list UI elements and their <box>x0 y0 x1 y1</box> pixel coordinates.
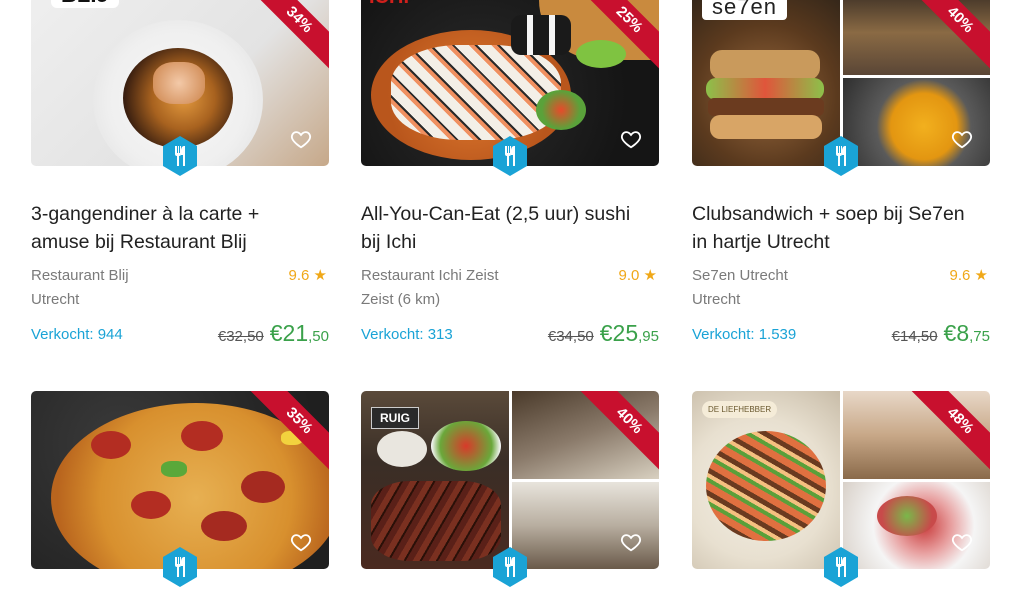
deal-card[interactable]: RUIG 40% <box>361 391 659 587</box>
fork-knife-icon <box>823 136 859 176</box>
rating: 9.6 ★ <box>949 267 988 284</box>
rating: 9.0 ★ <box>618 267 657 284</box>
sold-count: Verkocht: 944 <box>31 326 123 343</box>
deal-card[interactable]: 35% <box>31 391 329 587</box>
new-price-cents: ,50 <box>308 328 329 345</box>
discount-ribbon: 48% <box>908 391 990 473</box>
deal-title[interactable]: 3-gangendiner à la carte + amuse bij Res… <box>31 200 329 256</box>
deal-card[interactable]: se7en 40% Clubsandwich + soep bij Se7en … <box>692 0 990 348</box>
old-price: €14,50 <box>891 328 938 345</box>
new-price-cents: ,75 <box>969 328 990 345</box>
restaurant-logo: DE LIEFHEBBER <box>702 401 778 418</box>
new-price-cents: ,95 <box>638 328 659 345</box>
fork-knife-icon <box>823 547 859 587</box>
deal-image[interactable]: DE LIEFHEBBER 48% <box>692 391 990 569</box>
restaurant-logo: RUIG <box>371 407 419 429</box>
favorite-heart-icon[interactable] <box>620 531 642 553</box>
restaurant-name: Restaurant Blij <box>31 267 129 284</box>
favorite-heart-icon[interactable] <box>620 128 642 150</box>
discount-ribbon: 40% <box>908 0 990 72</box>
favorite-heart-icon[interactable] <box>290 531 312 553</box>
new-price: €21 <box>269 320 309 346</box>
deal-card[interactable]: BLIJ 34% 3-gangendiner à la carte + amus… <box>31 0 329 348</box>
deal-card[interactable]: DE LIEFHEBBER 48% <box>692 391 990 587</box>
price: €14,50 €8,75 <box>892 320 990 347</box>
deal-card[interactable]: ICHI 25% All-You-Can-Eat (2,5 uur) sushi… <box>361 0 659 348</box>
deal-title[interactable]: All-You-Can-Eat (2,5 uur) sushi bij Ichi <box>361 200 659 256</box>
fork-knife-icon <box>162 136 198 176</box>
favorite-heart-icon[interactable] <box>951 128 973 150</box>
rating: 9.6 ★ <box>288 267 327 284</box>
restaurant-name: Se7en Utrecht <box>692 267 788 284</box>
favorite-heart-icon[interactable] <box>951 531 973 553</box>
discount-ribbon: 25% <box>577 0 659 72</box>
location: Utrecht <box>31 291 80 308</box>
deal-image[interactable]: 35% <box>31 391 329 569</box>
discount-ribbon: 34% <box>247 0 329 72</box>
fork-knife-icon <box>492 547 528 587</box>
sold-count: Verkocht: 1.539 <box>692 326 797 343</box>
deal-title[interactable]: Clubsandwich + soep bij Se7en in hartje … <box>692 200 990 256</box>
price: €34,50 €25,95 <box>548 320 659 347</box>
restaurant-logo: BLIJ <box>51 0 119 8</box>
fork-knife-icon <box>162 547 198 587</box>
restaurant-logo: se7en <box>702 0 787 20</box>
discount-ribbon: 35% <box>247 391 329 473</box>
restaurant-name: Restaurant Ichi Zeist <box>361 267 499 284</box>
old-price: €34,50 <box>547 328 594 345</box>
old-price: €32,50 <box>217 328 264 345</box>
new-price: €25 <box>599 320 639 346</box>
favorite-heart-icon[interactable] <box>290 128 312 150</box>
price: €32,50 €21,50 <box>218 320 329 347</box>
fork-knife-icon <box>492 136 528 176</box>
deal-image[interactable]: RUIG 40% <box>361 391 659 569</box>
new-price: €8 <box>943 320 970 346</box>
location: Utrecht <box>692 291 741 308</box>
location: Zeist (6 km) <box>361 291 441 308</box>
discount-ribbon: 40% <box>577 391 659 473</box>
sold-count: Verkocht: 313 <box>361 326 453 343</box>
restaurant-logo: ICHI <box>369 0 409 9</box>
